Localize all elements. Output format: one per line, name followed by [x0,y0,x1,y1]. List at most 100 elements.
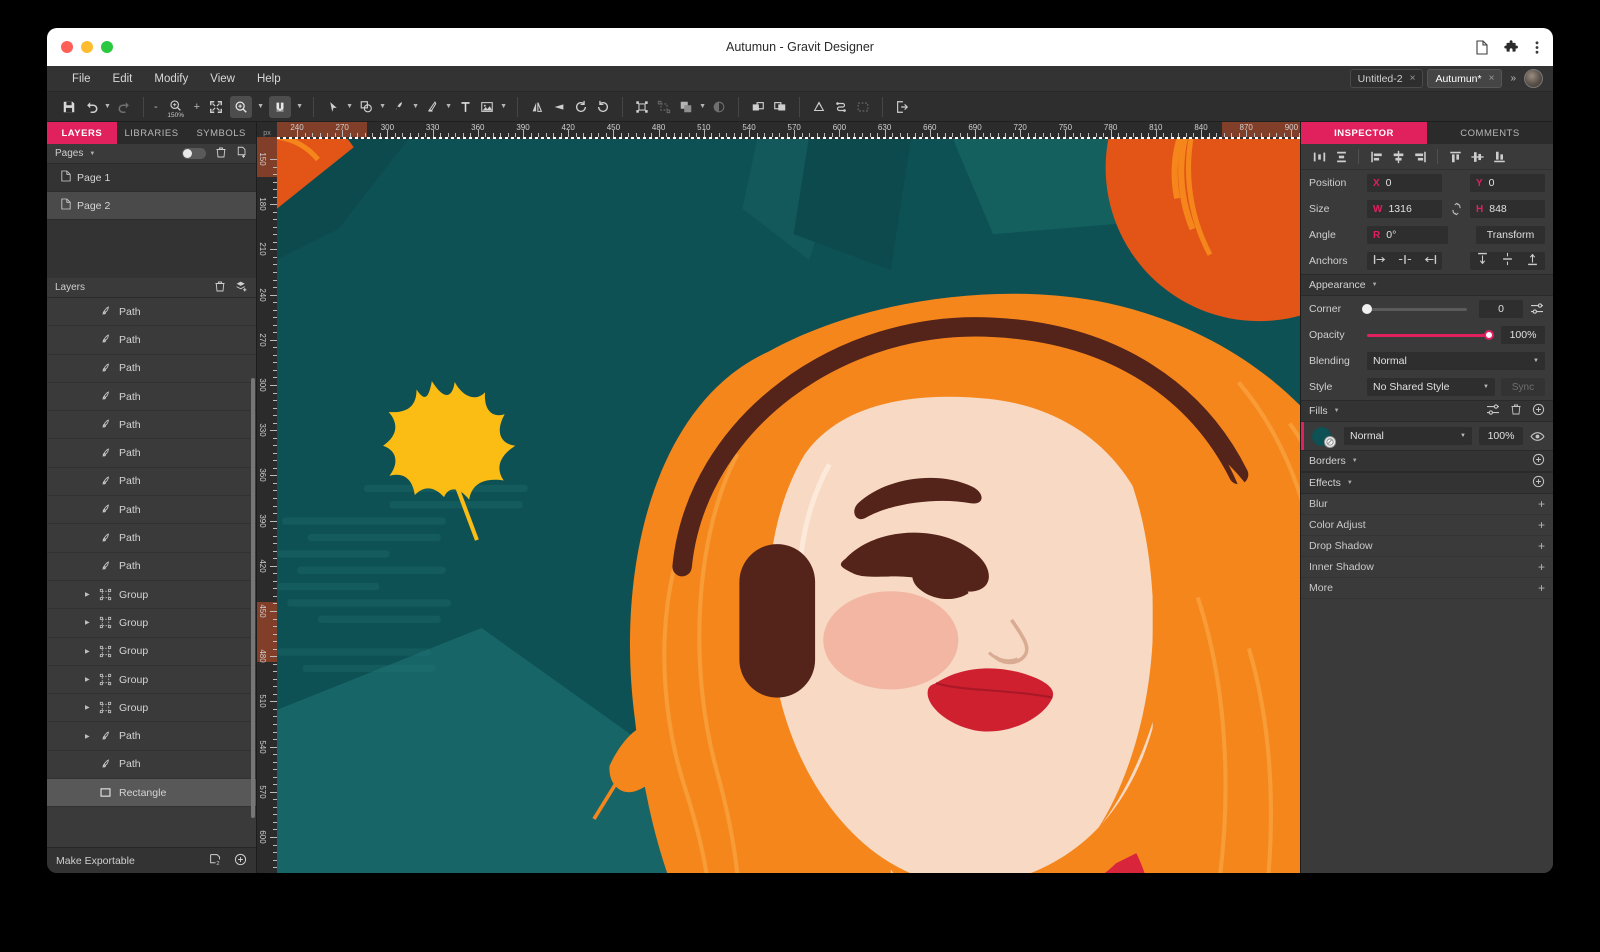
anchor-middle-icon[interactable] [1502,252,1513,271]
sliders-icon[interactable] [1486,404,1500,419]
export-icon[interactable] [891,96,913,118]
fill-opacity-field[interactable]: 100% [1479,427,1523,445]
plus-circle-icon[interactable] [1532,475,1545,491]
layer-row[interactable]: ▶Group [47,609,256,637]
close-icon[interactable]: × [1489,73,1495,84]
menu-view[interactable]: View [199,66,246,92]
effect-more[interactable]: More + [1301,578,1553,599]
layer-row[interactable]: ▶Group [47,694,256,722]
add-effect-icon[interactable]: + [1538,518,1545,532]
page-icon[interactable] [1475,40,1488,55]
link-icon[interactable] [1448,202,1464,216]
image-options-caret[interactable]: ▼ [498,96,509,118]
corner-slider[interactable] [1367,308,1467,311]
document-tab-untitled-2[interactable]: Untitled-2 × [1350,69,1424,88]
snap-magnet-icon[interactable] [269,96,291,118]
zoom-tool-icon[interactable] [230,96,252,118]
pen-icon[interactable] [388,96,410,118]
fill-item[interactable]: Normal ▼ 100% [1301,422,1553,450]
add-page-icon[interactable] [236,146,248,162]
menu-modify[interactable]: Modify [143,66,199,92]
tab-comments[interactable]: COMMENTS [1427,122,1553,144]
trash-icon[interactable] [215,146,227,162]
expand-triangle-icon[interactable]: ▶ [85,591,90,598]
close-window-button[interactable] [61,41,73,53]
layer-row[interactable]: Rectangle [47,779,256,807]
chevron-down-icon[interactable]: ▼ [1334,408,1340,414]
pointer-icon[interactable] [322,96,344,118]
chevron-down-icon[interactable]: » [1506,73,1520,84]
layers-list[interactable]: PathPathPathPathPathPathPathPathPathPath… [47,298,256,847]
vertical-ruler[interactable]: 1501802102402703003303603904204504805105… [257,137,277,873]
shape-icon[interactable] [355,96,377,118]
effects-section-header[interactable]: Effects ▼ [1301,472,1553,494]
tab-symbols[interactable]: SYMBOLS [186,122,256,144]
add-effect-icon[interactable]: + [1538,539,1545,553]
slice-icon[interactable]: 2 [209,853,222,869]
artboard[interactable] [277,137,1300,873]
snap-options-caret[interactable]: ▼ [294,96,305,118]
size-width-field[interactable]: W 1316 [1367,200,1442,218]
layer-row[interactable]: Path [47,468,256,496]
maximize-window-button[interactable] [101,41,113,53]
expand-triangle-icon[interactable]: ▶ [85,704,90,711]
fill-blend-select[interactable]: Normal ▼ [1344,427,1472,445]
distribute-horizontal-icon[interactable] [1309,147,1329,167]
sliders-icon[interactable] [1529,303,1545,315]
close-icon[interactable]: × [1410,73,1416,84]
plus-circle-icon[interactable] [1532,453,1545,469]
align-bottom-icon[interactable] [1489,147,1509,167]
zoom-options-caret[interactable]: ▼ [255,96,266,118]
distribute-vertical-icon[interactable] [1331,147,1351,167]
align-left-icon[interactable] [1366,147,1386,167]
tab-inspector[interactable]: INSPECTOR [1301,122,1427,144]
expand-triangle-icon[interactable]: ▶ [85,733,90,740]
flip-vertical-icon[interactable] [548,96,570,118]
corner-value-field[interactable]: 0 [1479,300,1523,318]
page-row[interactable]: Page 1 [47,164,256,192]
fills-section-header[interactable]: Fills ▼ [1301,400,1553,422]
expand-triangle-icon[interactable]: ▶ [85,648,90,655]
anchor-bottom-icon[interactable] [1527,252,1538,271]
chevron-down-icon[interactable]: ▼ [1372,282,1378,288]
save-icon[interactable] [58,96,80,118]
align-top-icon[interactable] [1445,147,1465,167]
fill-color-swatch[interactable] [1312,427,1331,446]
fit-to-screen-icon[interactable] [205,96,227,118]
position-x-field[interactable]: X 0 [1367,174,1442,192]
blending-select[interactable]: Normal ▼ [1367,352,1545,370]
boolean-options-caret[interactable]: ▼ [697,96,708,118]
layer-row[interactable]: Path [47,411,256,439]
size-height-field[interactable]: H 848 [1470,200,1545,218]
style-select[interactable]: No Shared Style ▼ [1367,378,1495,396]
anchor-left-icon[interactable] [1373,252,1387,270]
pages-toggle[interactable] [182,148,206,159]
trash-icon[interactable] [214,280,226,296]
send-backward-icon[interactable] [769,96,791,118]
add-effect-icon[interactable]: + [1538,560,1545,574]
bring-forward-icon[interactable] [747,96,769,118]
add-layer-icon[interactable] [235,280,248,296]
canvas-area[interactable]: px 2402703003303603904204504805105405706… [257,122,1300,873]
knife-options-caret[interactable]: ▼ [443,96,454,118]
more-vertical-icon[interactable] [1535,40,1539,55]
layer-row[interactable]: ▶Group [47,666,256,694]
minimize-window-button[interactable] [81,41,93,53]
tab-layers[interactable]: LAYERS [47,122,117,144]
layer-row[interactable]: ▶Group [47,581,256,609]
tab-libraries[interactable]: LIBRARIES [117,122,187,144]
menu-edit[interactable]: Edit [102,66,144,92]
expand-triangle-icon[interactable]: ▶ [85,619,90,626]
layer-row[interactable]: Path [47,383,256,411]
extensions-icon[interactable] [1504,40,1519,55]
pen-options-caret[interactable]: ▼ [410,96,421,118]
plus-circle-icon[interactable] [234,853,247,869]
horizontal-ruler[interactable]: 2402703003303603904204504805105405706006… [257,122,1300,137]
slice-icon[interactable] [852,96,874,118]
rotate-cw-icon[interactable] [592,96,614,118]
effect-blur[interactable]: Blur + [1301,494,1553,515]
ungroup-icon[interactable] [653,96,675,118]
layer-row[interactable]: Path [47,326,256,354]
page-row[interactable]: Page 2 [47,192,256,220]
layer-row[interactable]: Path [47,751,256,779]
